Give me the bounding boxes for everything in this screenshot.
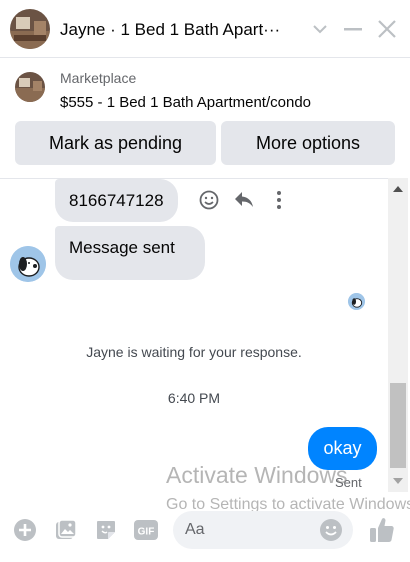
thumbs-up-icon[interactable]: [368, 515, 396, 545]
listing-source: Marketplace: [60, 70, 137, 86]
message-composer: GIF Aa: [0, 508, 410, 562]
seen-avatar: [348, 293, 365, 310]
marketplace-listing: Marketplace $555 - 1 Bed 1 Bath Apartmen…: [0, 58, 410, 178]
mark-as-pending-button[interactable]: Mark as pending: [15, 121, 216, 165]
message-text: 8166747128: [69, 190, 164, 210]
message-bubble[interactable]: 8166747128: [55, 179, 178, 222]
more-actions-icon[interactable]: [267, 188, 291, 212]
message-bubble[interactable]: Message sent: [55, 226, 205, 280]
contact-avatar[interactable]: [10, 246, 46, 282]
activation-watermark-title: Activate Windows: [166, 462, 348, 488]
gif-icon[interactable]: GIF: [133, 517, 159, 543]
more-options-button[interactable]: More options: [221, 121, 395, 165]
listing-thumbnail[interactable]: [15, 72, 45, 102]
chat-header: Jayne · 1 Bed 1 Bath Apart···: [0, 0, 410, 58]
conversation-title[interactable]: Jayne · 1 Bed 1 Bath Apart···: [60, 20, 298, 40]
image-icon[interactable]: [53, 517, 79, 543]
plus-icon[interactable]: [12, 517, 38, 543]
message-text: Message sent: [69, 238, 175, 257]
listing-title[interactable]: $555 - 1 Bed 1 Bath Apartment/condo: [60, 94, 311, 111]
emoji-icon[interactable]: [319, 518, 343, 542]
react-emoji-icon[interactable]: [197, 188, 221, 212]
svg-text:GIF: GIF: [138, 527, 155, 538]
message-text: okay: [323, 438, 362, 458]
scroll-up-icon[interactable]: [393, 186, 403, 192]
system-notice: Jayne is waiting for your response.: [86, 344, 302, 360]
conversation-avatar[interactable]: [10, 9, 50, 49]
minimize-icon[interactable]: [341, 17, 365, 41]
scroll-thumb[interactable]: [390, 383, 406, 468]
message-timestamp: 6:40 PM: [167, 390, 221, 406]
message-input[interactable]: Aa: [173, 511, 353, 549]
thread-scrollbar[interactable]: [388, 178, 408, 492]
close-icon[interactable]: [375, 17, 399, 41]
scroll-down-icon[interactable]: [393, 478, 403, 484]
message-thread[interactable]: 8166747128 Message sent Jayne is waiting…: [0, 178, 388, 508]
message-input-placeholder: Aa: [185, 521, 205, 538]
sticker-icon[interactable]: [93, 517, 119, 543]
reply-icon[interactable]: [232, 188, 256, 212]
chevron-down-icon[interactable]: [308, 17, 332, 41]
